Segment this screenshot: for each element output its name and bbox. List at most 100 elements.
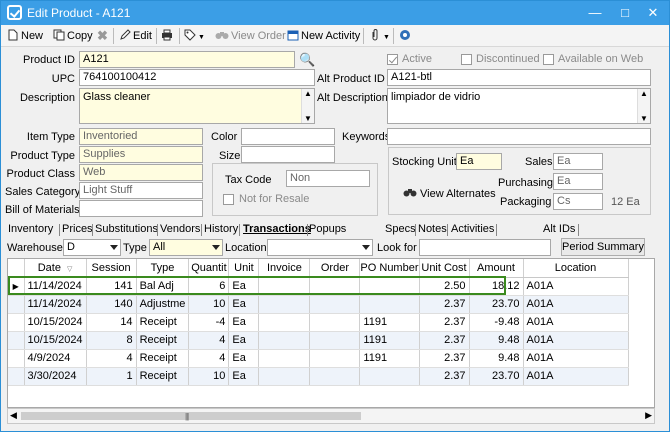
table-cell[interactable]: Ea <box>228 331 260 350</box>
table-cell[interactable]: 1191 <box>359 313 420 332</box>
table-cell[interactable]: 2.37 <box>419 295 470 314</box>
tab-specs[interactable]: Specs <box>385 222 416 238</box>
table-cell[interactable]: 141 <box>86 277 137 296</box>
delete-button[interactable]: ✖ <box>97 28 108 44</box>
table-cell[interactable]: Receipt <box>136 313 190 332</box>
product-type-field[interactable]: Supplies <box>79 146 203 163</box>
active-checkbox[interactable] <box>387 54 398 65</box>
look-for-input[interactable] <box>419 239 551 256</box>
table-cell[interactable]: 8 <box>86 331 137 350</box>
close-button[interactable]: ✕ <box>639 3 667 23</box>
row-indicator[interactable] <box>8 367 25 386</box>
col-location[interactable]: Location <box>523 259 629 278</box>
view-alternates-button[interactable]: View Alternates <box>403 187 496 200</box>
tab-history[interactable]: History <box>204 222 238 238</box>
tax-code-dropdown[interactable]: Non <box>286 170 370 187</box>
not-for-resale-checkbox[interactable] <box>223 194 234 205</box>
col-unit[interactable]: Unit <box>228 259 260 278</box>
table-cell[interactable]: A01A <box>523 295 629 314</box>
row-indicator[interactable] <box>8 313 25 332</box>
alt-description-input[interactable]: limpiador de vidrio ▲ ▼ <box>387 88 651 124</box>
table-cell[interactable]: 6 <box>188 277 230 296</box>
item-type-field[interactable]: Inventoried <box>79 128 203 145</box>
minimize-button[interactable]: — <box>581 3 609 23</box>
table-cell[interactable]: 9.48 <box>469 331 524 350</box>
col-date[interactable]: Date ▽ <box>24 259 87 278</box>
alt-description-scrollbar[interactable]: ▲ ▼ <box>637 89 650 123</box>
row-indicator[interactable] <box>8 349 25 368</box>
scroll-left-icon[interactable]: ◀ <box>10 410 17 421</box>
table-cell[interactable]: 2.37 <box>419 331 470 350</box>
table-cell[interactable]: 10/15/2024 <box>24 331 87 350</box>
table-cell[interactable] <box>309 313 361 332</box>
sales-category-field[interactable]: Light Stuff <box>79 182 203 199</box>
table-cell[interactable]: 10/15/2024 <box>24 313 87 332</box>
tab-activities[interactable]: Activities <box>451 222 494 238</box>
new-activity-button[interactable]: New Activity <box>287 28 360 44</box>
discontinued-checkbox[interactable] <box>461 54 472 65</box>
tab-substitutions[interactable]: Substitutions <box>95 222 158 238</box>
table-cell[interactable]: 2.37 <box>419 313 470 332</box>
stocking-unit-field[interactable]: Ea <box>456 153 502 170</box>
table-cell[interactable]: Ea <box>228 367 260 386</box>
color-input[interactable] <box>241 128 335 145</box>
sales-unit-field[interactable]: Ea <box>553 153 603 170</box>
attachment-button[interactable]: ▼ <box>369 28 390 44</box>
table-cell[interactable] <box>359 277 420 296</box>
tab-transactions[interactable]: Transactions <box>243 222 311 238</box>
table-cell[interactable]: 4 <box>188 349 230 368</box>
keywords-input[interactable] <box>387 128 651 145</box>
tab-popups[interactable]: Popups <box>309 222 346 238</box>
table-cell[interactable] <box>359 367 420 386</box>
product-id-input[interactable]: A121 <box>79 51 295 68</box>
table-cell[interactable] <box>258 331 311 350</box>
tab-inventory[interactable]: Inventory <box>8 222 53 238</box>
table-cell[interactable]: 4 <box>86 349 137 368</box>
table-cell[interactable]: 14 <box>86 313 137 332</box>
table-cell[interactable] <box>359 295 420 314</box>
table-row[interactable]: 10/15/2024 14 Receipt -4 Ea 1191 2.37 -9.48 A01A <box>8 313 629 332</box>
table-cell[interactable] <box>258 349 311 368</box>
table-cell[interactable]: 9.48 <box>469 349 524 368</box>
table-cell[interactable]: 4 <box>188 331 230 350</box>
table-cell[interactable]: Ea <box>228 313 260 332</box>
table-cell[interactable]: -9.48 <box>469 313 524 332</box>
table-cell[interactable]: A01A <box>523 367 629 386</box>
alt-product-id-input[interactable]: A121-btl <box>387 69 651 86</box>
upc-input[interactable]: 764100100412 <box>79 69 315 86</box>
table-cell[interactable]: 4/9/2024 <box>24 349 87 368</box>
col-quantity[interactable]: Quantit <box>188 259 230 278</box>
location-dropdown[interactable] <box>267 239 373 256</box>
table-cell[interactable]: Bal Adj <box>136 277 190 296</box>
row-indicator[interactable] <box>8 295 25 314</box>
col-invoice[interactable]: Invoice <box>258 259 311 278</box>
table-cell[interactable]: Ea <box>228 349 260 368</box>
col-po-number[interactable]: PO Number <box>359 259 420 278</box>
available-on-web-checkbox[interactable] <box>543 54 554 65</box>
maximize-button[interactable]: □ <box>611 3 639 23</box>
tab-notes[interactable]: Notes <box>418 222 447 238</box>
edit-button[interactable]: Edit <box>119 28 152 44</box>
table-cell[interactable]: 23.70 <box>469 367 524 386</box>
table-cell[interactable]: Ea <box>228 295 260 314</box>
row-indicator[interactable]: ▶ <box>8 277 25 296</box>
table-cell[interactable]: 1 <box>86 367 137 386</box>
table-cell[interactable]: 2.50 <box>419 277 470 296</box>
table-cell[interactable]: Ea <box>228 277 260 296</box>
col-unit-cost[interactable]: Unit Cost <box>419 259 470 278</box>
table-cell[interactable] <box>309 277 361 296</box>
view-order-button[interactable]: View Order <box>215 28 286 44</box>
tag-dropdown-button[interactable]: ▼ <box>184 28 205 44</box>
type-dropdown[interactable]: All <box>149 239 223 256</box>
table-cell[interactable]: Adjustme <box>136 295 190 314</box>
table-cell[interactable]: 1191 <box>359 349 420 368</box>
table-cell[interactable]: 11/14/2024 <box>24 277 87 296</box>
table-cell[interactable]: 140 <box>86 295 137 314</box>
row-indicator[interactable] <box>8 331 25 350</box>
horizontal-scrollbar[interactable]: ◀ ||| ▶ <box>7 408 655 424</box>
bill-of-materials-field[interactable] <box>79 200 203 217</box>
table-cell[interactable]: A01A <box>523 313 629 332</box>
table-cell[interactable]: 10 <box>188 367 230 386</box>
table-cell[interactable] <box>258 277 311 296</box>
product-class-field[interactable]: Web <box>79 164 203 181</box>
